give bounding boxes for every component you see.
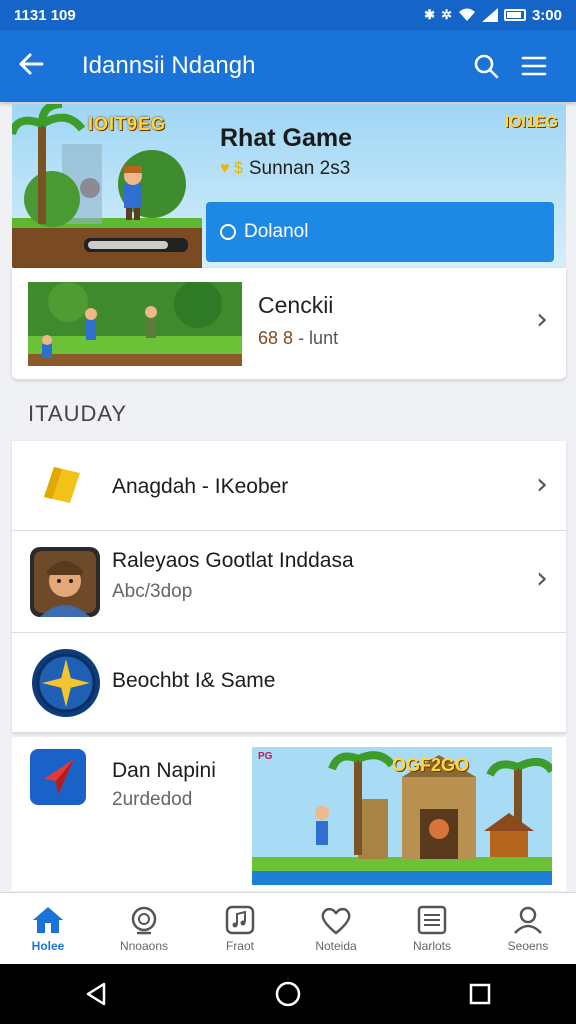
person-icon bbox=[514, 906, 542, 934]
nav-item-notes[interactable]: Noteida bbox=[288, 893, 384, 964]
list-icon bbox=[417, 905, 447, 934]
nav-item-music[interactable]: Fraot bbox=[192, 893, 288, 964]
featured-meta-number: 68 8 bbox=[258, 328, 294, 348]
hero-button-label: Dolanol bbox=[244, 221, 309, 242]
bottom-nav: Holee Nnoaons Fraot Noteida Narlots Seoe… bbox=[0, 892, 576, 964]
search-button[interactable] bbox=[462, 53, 510, 79]
location-icon bbox=[220, 224, 236, 240]
hero-subtitle-text: Sunnan 2s3 bbox=[248, 158, 351, 179]
featured-meta: 68 8 - lunt bbox=[258, 328, 338, 349]
search-icon bbox=[474, 54, 499, 79]
list-item-label: Beochbt I& Same bbox=[112, 669, 276, 692]
hero-action-button[interactable]: Dolanol bbox=[206, 202, 554, 262]
nav-item-home[interactable]: Holee bbox=[0, 893, 96, 964]
game-card[interactable]: Dan Napini 2urdedod OGF2GO PG bbox=[12, 737, 566, 891]
game-card-thumbnail: OGF2GO PG bbox=[252, 747, 552, 885]
hero-title: Rhat Game bbox=[220, 124, 352, 152]
system-back-button[interactable] bbox=[66, 974, 126, 1014]
arrow-left-icon bbox=[19, 53, 44, 75]
list-item[interactable]: Beochbt I& Same bbox=[12, 633, 566, 733]
wifi-icon bbox=[458, 8, 475, 21]
send-icon bbox=[30, 749, 86, 805]
hero-banner[interactable]: IOIT9EG IOI1EG Rhat Game ♥ $ Sunnan 2s3 … bbox=[12, 104, 566, 268]
bluetooth-icon: ✱ bbox=[424, 7, 436, 22]
hero-subtitle: ♥ $ Sunnan 2s3 bbox=[220, 158, 350, 180]
thumbnail-badge: OGF2GO bbox=[392, 755, 470, 775]
list-item-label: Raleyaos Gootlat Inddasa bbox=[112, 549, 354, 572]
battery-icon bbox=[503, 9, 526, 21]
nav-label: Fraot bbox=[225, 938, 254, 953]
triangle-back-icon bbox=[86, 982, 106, 1006]
nav-item-list[interactable]: Narlots bbox=[384, 893, 480, 964]
list-item[interactable]: Raleyaos Gootlat Inddasa Abc/3dop › bbox=[12, 531, 566, 633]
list-item-sublabel: Abc/3dop bbox=[112, 581, 193, 602]
featured-title: Cenckii bbox=[258, 292, 334, 318]
chevron-right-icon: › bbox=[536, 467, 548, 502]
hero-subtitle-prefix: ♥ $ bbox=[220, 160, 243, 177]
compass-icon bbox=[32, 649, 100, 717]
nav-item-search[interactable]: Nnoaons bbox=[96, 893, 192, 964]
nav-item-profile[interactable]: Seoens bbox=[480, 893, 576, 964]
search-target-icon bbox=[131, 906, 157, 934]
featured-thumbnail bbox=[28, 282, 242, 366]
system-home-button[interactable] bbox=[258, 974, 318, 1014]
circle-home-icon bbox=[275, 981, 301, 1007]
nav-label: Noteida bbox=[315, 938, 357, 953]
section-heading: ITAUDAY bbox=[28, 401, 128, 426]
nav-label: Narlots bbox=[412, 938, 451, 953]
thumbnail-small-label: PG bbox=[258, 751, 273, 762]
status-time-right: 3:00 bbox=[531, 6, 562, 24]
list-item-label: Anagdah - IKeober bbox=[112, 475, 289, 498]
back-button[interactable] bbox=[18, 50, 58, 82]
home-icon bbox=[33, 906, 63, 933]
nav-label: Nnoaons bbox=[119, 938, 169, 953]
status-icons: ✱ ✲ 3:00 bbox=[424, 7, 562, 24]
page-title: Idannsii Ndangh bbox=[82, 52, 256, 79]
chevron-right-icon: › bbox=[536, 302, 548, 337]
featured-meta-text: - lunt bbox=[298, 328, 339, 348]
square-recents-icon bbox=[469, 983, 491, 1005]
heart-pin-icon bbox=[321, 907, 351, 935]
signal-icon bbox=[481, 8, 498, 22]
menu-icon bbox=[521, 56, 547, 76]
menu-button[interactable] bbox=[510, 55, 558, 77]
tag-icon bbox=[44, 467, 80, 503]
avatar bbox=[30, 547, 100, 617]
status-time-left: 1131 109 bbox=[14, 6, 76, 24]
system-recents-button[interactable] bbox=[450, 974, 510, 1014]
list-item[interactable]: Anagdah - IKeober › bbox=[12, 441, 566, 531]
nav-label: Seoens bbox=[507, 938, 549, 953]
app-bar: Idannsii Ndangh bbox=[0, 30, 576, 102]
status-bar: 1131 109 ✱ ✲ 3:00 bbox=[0, 0, 576, 30]
chevron-right-icon: › bbox=[536, 561, 548, 596]
featured-card[interactable]: Cenckii 68 8 - lunt › bbox=[12, 268, 566, 380]
music-icon bbox=[225, 905, 255, 934]
hero-badge: IOIT9EG bbox=[88, 114, 167, 134]
item-list: Anagdah - IKeober › Raleyaos Gootlat Ind… bbox=[12, 441, 566, 733]
system-nav-bar bbox=[0, 964, 576, 1024]
game-card-title: Dan Napini bbox=[112, 759, 216, 782]
vibrate-icon: ✲ bbox=[441, 7, 452, 22]
nav-label: Holee bbox=[31, 938, 65, 953]
hero-corner-badge: IOI1EG bbox=[504, 114, 558, 131]
game-card-sub: 2urdedod bbox=[112, 789, 193, 810]
